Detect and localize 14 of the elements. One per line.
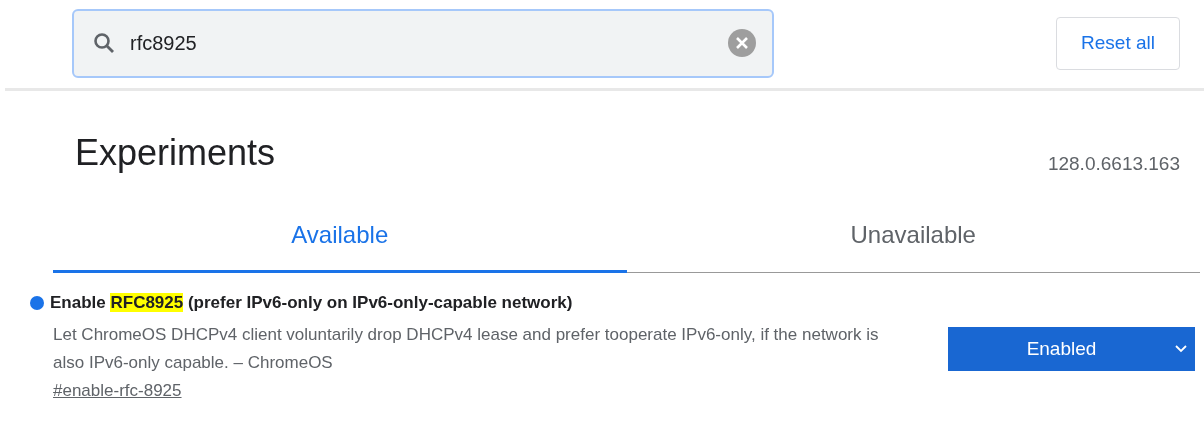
clear-icon[interactable] <box>728 29 756 57</box>
search-field[interactable]: rfc8925 <box>128 30 716 56</box>
version-number: 128.0.6613.163 <box>1047 153 1180 175</box>
experiment-link[interactable]: #enable-rfc-8925 <box>53 381 182 401</box>
state-dropdown[interactable]: Enabled <box>948 327 1195 371</box>
experiment-title: Enable RFC8925 (prefer IPv6-only on IPv6-only-capable network) <box>50 293 573 313</box>
caret-icon <box>1175 345 1187 353</box>
tab[interactable]: Available <box>53 211 627 273</box>
search-icon <box>92 31 116 55</box>
experiment-description: Let ChromeOS DHCPv4 client voluntarily drop DHCPv4 lease and prefer tooperate IPv6-only, if the network is also IPv6-only capable. – ChromeOS <box>53 324 880 374</box>
page-title: Experiments <box>75 131 276 175</box>
reset-all-button[interactable]: Reset all <box>1056 16 1180 70</box>
search-bar[interactable]: rfc8925 <box>72 8 774 78</box>
tab[interactable]: Unavailable <box>626 211 1200 272</box>
